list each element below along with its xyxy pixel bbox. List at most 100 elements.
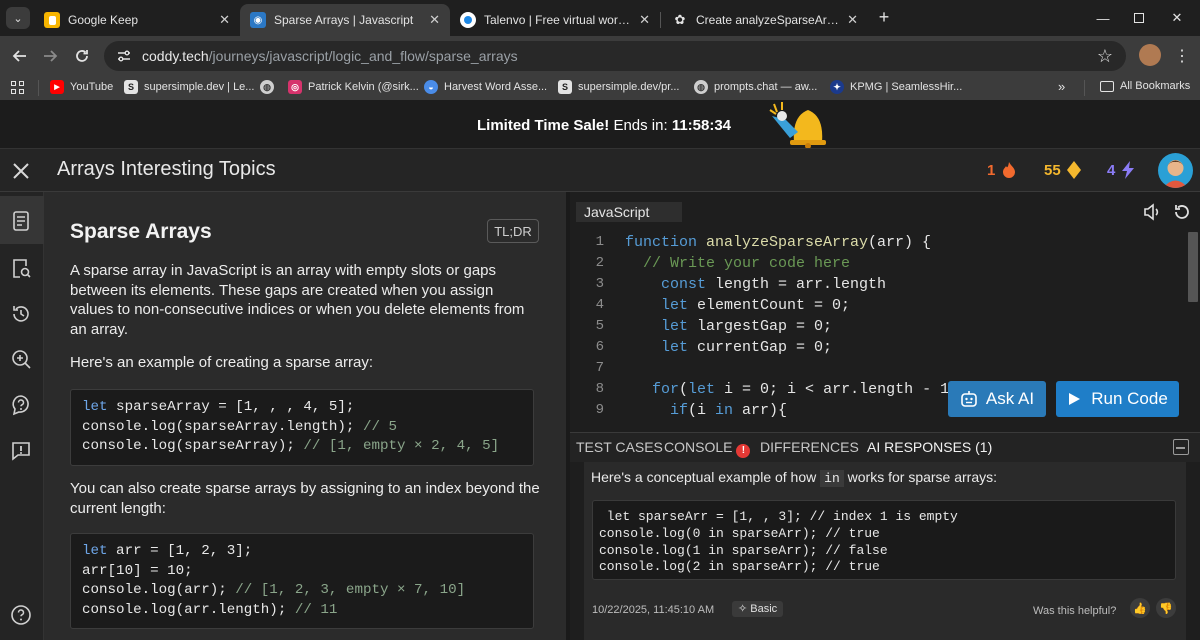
browser-tab-sparse-arrays[interactable]: ◉ Sparse Arrays | Javascript ✕ (240, 4, 450, 36)
browser-tab-talenvo[interactable]: Talenvo | Free virtual work exper ✕ (450, 4, 660, 36)
browser-tab-google-keep[interactable]: Google Keep ✕ (34, 4, 240, 36)
bookmark-star-button[interactable]: ☆ (1093, 44, 1117, 68)
left-toolbar (0, 192, 44, 640)
speaker-icon (1144, 203, 1159, 221)
lesson-paragraph: Here's an example of creating a sparse a… (70, 354, 374, 371)
reload-button[interactable] (70, 44, 94, 68)
search-docs-button[interactable] (10, 257, 32, 279)
energy-counter[interactable]: 4 (1107, 161, 1135, 179)
lesson-notes-button[interactable] (10, 210, 32, 232)
bell-mascot-icon (769, 102, 826, 148)
thumbs-up-icon: 👍 (1133, 602, 1147, 615)
supersimple-icon: S (558, 80, 572, 94)
talenvo-icon (460, 12, 476, 28)
close-lesson-button[interactable] (10, 160, 32, 182)
tab-search-button[interactable]: ⌄ (6, 7, 30, 29)
reload-icon (76, 50, 88, 62)
ask-ai-button[interactable]: Ask AI (948, 381, 1046, 417)
faq-button[interactable] (10, 604, 32, 626)
editor-line[interactable]: let largestGap = 0; (625, 316, 1195, 337)
code-text: console.log(arr); (82, 582, 236, 598)
page-title: Arrays Interesting Topics (57, 158, 276, 180)
code-line: let sparseArray = [1, , , 4, 5]; (82, 398, 522, 418)
bookmark-youtube[interactable]: ▶ YouTube (50, 80, 113, 94)
collapse-panel-button[interactable] (1173, 439, 1189, 455)
close-icon (13, 163, 29, 179)
code-text: console.log(arr.length); (82, 601, 295, 618)
line-numbers: 1 2 3 4 5 6 7 8 9 (570, 232, 614, 421)
code-token: length = arr.length (715, 276, 887, 293)
editor-line[interactable]: const length = arr.length (625, 274, 1195, 295)
history-button[interactable] (10, 303, 32, 325)
thumbs-up-button[interactable]: 👍 (1130, 598, 1150, 618)
bookmark-prompts-chat[interactable]: ◍ prompts.chat — aw... (694, 80, 817, 94)
inline-code: in (820, 470, 844, 487)
back-button[interactable] (8, 44, 32, 68)
new-tab-button[interactable]: + (874, 8, 894, 28)
streak-counter[interactable]: 1 (987, 161, 1017, 179)
gems-counter[interactable]: 55 (1044, 161, 1081, 179)
code-token: function (625, 234, 707, 251)
site-info-icon[interactable] (116, 48, 132, 64)
tldr-button[interactable]: TL;DR (487, 219, 539, 243)
editor-line[interactable] (625, 358, 1195, 379)
code-token: if (625, 402, 689, 419)
lesson-paragraph: You can also create sparse arrays by ass… (70, 480, 540, 517)
bookmark-instagram[interactable]: ◎ Patrick Kelvin (@sirk... (288, 80, 419, 94)
more-bookmarks-button[interactable]: » (1058, 79, 1065, 94)
code-text: arr = [1, 2, 3]; (107, 543, 253, 559)
browser-tab-chatgpt[interactable]: ✿ Create analyzeSparseArray func ✕ (662, 4, 868, 36)
url-bar[interactable]: coddy.tech/journeys/javascript/logic_and… (104, 41, 1126, 71)
bookmark-label: YouTube (70, 81, 114, 93)
report-button[interactable] (10, 440, 32, 462)
zoom-button[interactable] (10, 348, 32, 370)
tab-test-cases[interactable]: TEST CASES (576, 439, 663, 455)
sparkle-icon: ✧ (738, 603, 751, 615)
close-icon[interactable]: ✕ (639, 12, 650, 28)
tab-divider (660, 12, 661, 28)
editor-line[interactable]: function analyzeSparseArray(arr) { (625, 232, 1195, 253)
bookmark-label: supersimple.dev | Le... (144, 81, 255, 93)
close-icon[interactable]: ✕ (429, 12, 440, 28)
bookmark-kpmg[interactable]: ✦ KPMG | SeamlessHir... (830, 80, 962, 94)
browser-menu-button[interactable]: ⋮ (1170, 44, 1194, 68)
tab-title: Google Keep (68, 13, 139, 27)
editor-scrollbar[interactable] (1188, 232, 1198, 302)
tab-console[interactable]: CONSOLE! (664, 439, 751, 458)
close-window-button[interactable]: ✕ (1154, 0, 1200, 36)
apps-grid-icon[interactable] (11, 81, 24, 94)
close-icon[interactable]: ✕ (219, 12, 230, 28)
user-avatar[interactable] (1158, 153, 1193, 188)
tab-ai-responses[interactable]: AI RESPONSES (1) (867, 439, 992, 455)
lightning-icon (1122, 161, 1135, 179)
reset-code-button[interactable] (1172, 202, 1192, 222)
code-text: sparseArray = [1, , , 4, 5]; (107, 399, 355, 415)
language-selector[interactable]: JavaScript (576, 202, 682, 222)
ai-response-timestamp: 10/22/2025, 11:45:10 AM (592, 604, 715, 616)
editor-line[interactable]: // Write your code here (625, 253, 1195, 274)
thumbs-down-icon: 👎 (1159, 602, 1173, 615)
bookmarks-bar: ▶ YouTube S supersimple.dev | Le... ◍ ◎ … (0, 76, 1200, 100)
bookmark-supersimple-pr[interactable]: S supersimple.dev/pr... (558, 80, 680, 94)
profile-avatar[interactable] (1139, 44, 1161, 66)
bookmark-supersimple[interactable]: S supersimple.dev | Le... (124, 80, 254, 94)
help-button[interactable] (10, 394, 32, 416)
forward-button[interactable] (38, 44, 62, 68)
close-icon[interactable]: ✕ (847, 12, 858, 28)
code-text: arr[10] = 10; (82, 562, 193, 579)
run-code-button[interactable]: Run Code (1056, 381, 1179, 417)
code-token: let (625, 297, 698, 314)
kpmg-icon: ✦ (830, 80, 844, 94)
sound-button[interactable] (1142, 202, 1162, 222)
editor-line[interactable]: let currentGap = 0; (625, 337, 1195, 358)
thumbs-down-button[interactable]: 👎 (1156, 598, 1176, 618)
ai-response-card: Here's a conceptual example of how in wo… (584, 462, 1186, 640)
code-token: let (625, 318, 698, 335)
bookmark-globe[interactable]: ◍ (260, 80, 280, 94)
tab-differences[interactable]: DIFFERENCES (760, 439, 859, 455)
sale-banner[interactable]: Limited Time Sale! Ends in: 11:58:34 (0, 100, 1200, 148)
line-number: 2 (595, 255, 604, 271)
editor-line[interactable]: let elementCount = 0; (625, 295, 1195, 316)
bookmark-harvest[interactable]: ◒ Harvest Word Asse... (424, 80, 547, 94)
all-bookmarks-button[interactable]: All Bookmarks (1100, 80, 1190, 92)
